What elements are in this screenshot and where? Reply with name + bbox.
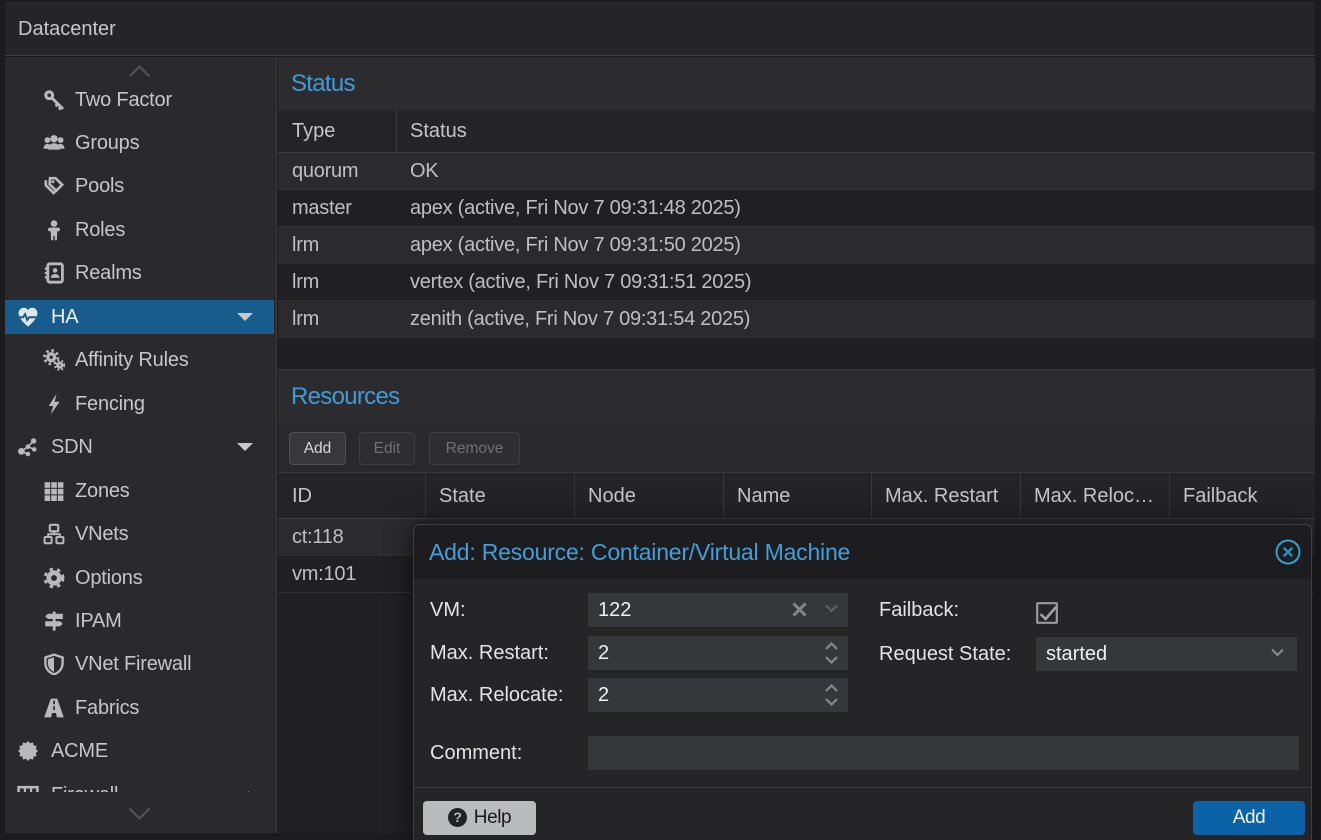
svg-text:?: ?	[453, 809, 461, 825]
